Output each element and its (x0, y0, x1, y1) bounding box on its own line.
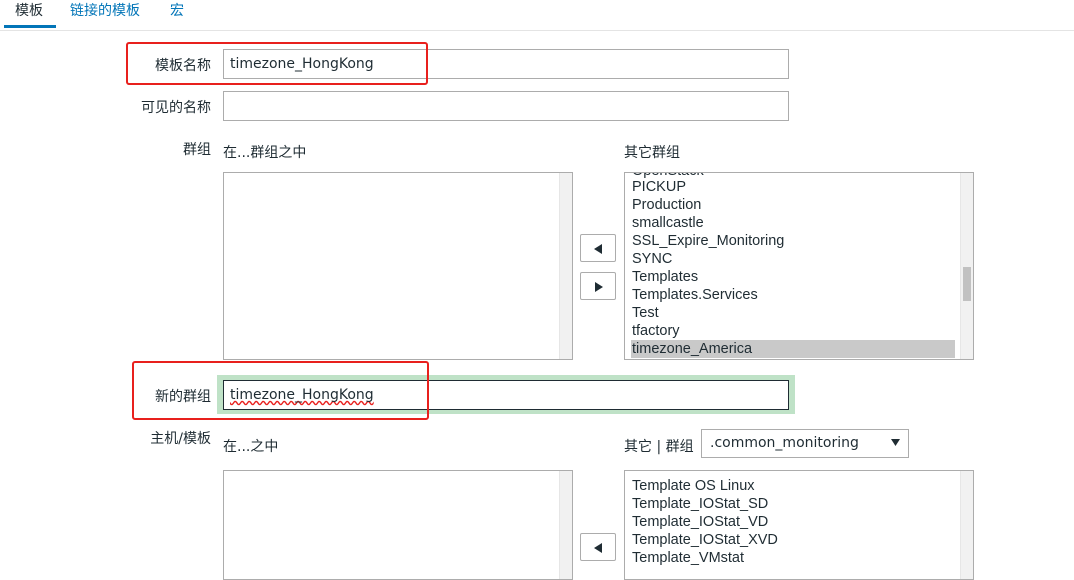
list-item[interactable]: SSL_Expire_Monitoring (631, 232, 955, 250)
list-item[interactable]: Template OS Linux (631, 477, 955, 495)
triangle-down-icon (891, 439, 900, 446)
new-group-label: 新的群组 (155, 389, 211, 405)
other-groups-listbox[interactable]: OpenStack PICKUP Production smallcastle … (624, 172, 974, 360)
visible-name-label: 可见的名称 (141, 100, 211, 116)
list-item-selected[interactable]: timezone_America (631, 340, 955, 358)
list-item[interactable]: SYNC (631, 250, 955, 268)
triangle-left-icon (594, 543, 602, 553)
list-item[interactable]: Template_IOStat_VD (631, 513, 955, 531)
tab-template[interactable]: 模板 (4, 0, 56, 28)
template-name-input[interactable] (223, 49, 789, 79)
group-select-value: .common_monitoring (710, 435, 859, 451)
move-right-button[interactable] (580, 272, 616, 300)
triangle-right-icon (595, 282, 603, 292)
list-item[interactable]: smallcastle (631, 214, 955, 232)
tab-macros[interactable]: 宏 (170, 0, 184, 28)
in-hosts-label: 在...之中 (223, 439, 279, 455)
in-hosts-scrollbar[interactable] (559, 471, 572, 579)
tab-linked-templates[interactable]: 链接的模板 (70, 0, 140, 28)
tab-bar: 模板 链接的模板 宏 (0, 0, 1074, 31)
triangle-left-icon (594, 244, 602, 254)
visible-name-input[interactable] (223, 91, 789, 121)
other-groups-scrollbar[interactable] (960, 173, 973, 359)
list-item[interactable]: Production (631, 196, 955, 214)
new-group-value: timezone_HongKong (230, 387, 374, 403)
groups-label: 群组 (183, 142, 211, 158)
other-hosts-listbox[interactable]: Template OS Linux Template_IOStat_SD Tem… (624, 470, 974, 580)
list-item[interactable]: tfactory (631, 322, 955, 340)
in-groups-scrollbar[interactable] (559, 173, 572, 359)
list-item[interactable]: Templates (631, 268, 955, 286)
other-hosts-scrollbar[interactable] (960, 471, 973, 579)
list-item[interactable]: Template_IOStat_SD (631, 495, 955, 513)
in-groups-listbox[interactable] (223, 172, 573, 360)
other-group-label: 其它 | 群组 (624, 439, 694, 455)
in-hosts-listbox[interactable] (223, 470, 573, 580)
list-item[interactable]: Templates.Services (631, 286, 955, 304)
template-name-label: 模板名称 (155, 58, 211, 74)
move-left-button[interactable] (580, 234, 616, 262)
hosts-templates-label: 主机/模板 (150, 431, 211, 447)
move-left-hosts-button[interactable] (580, 533, 616, 561)
list-item[interactable]: Template_IOStat_XVD (631, 531, 955, 549)
in-groups-label: 在...群组之中 (223, 145, 307, 161)
group-select[interactable]: .common_monitoring (701, 429, 909, 458)
new-group-input[interactable]: timezone_HongKong (223, 380, 789, 410)
other-groups-label: 其它群组 (624, 145, 680, 161)
scrollbar-thumb[interactable] (963, 267, 971, 301)
list-item[interactable]: Template_VMstat (631, 549, 955, 567)
list-item[interactable]: Test (631, 304, 955, 322)
list-item[interactable]: PICKUP (631, 178, 955, 196)
